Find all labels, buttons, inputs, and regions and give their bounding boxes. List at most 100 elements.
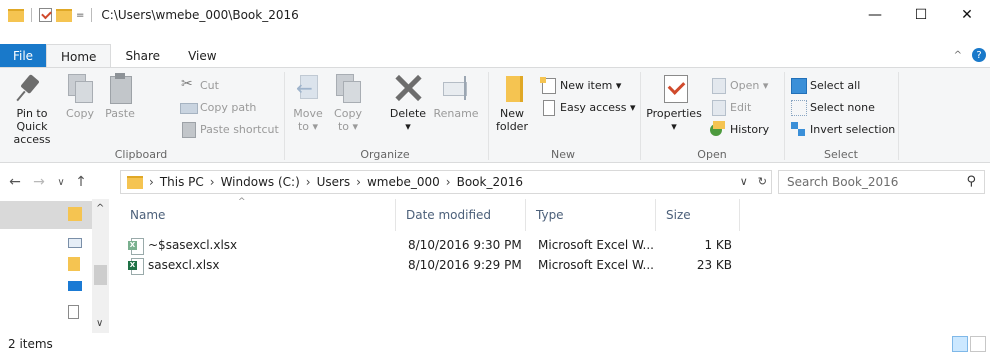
refresh-icon[interactable]: ↻ [758,175,767,188]
divider [784,72,785,160]
documents-icon [68,257,80,271]
history-button[interactable]: History [710,120,769,138]
address-bar[interactable]: › This PC › Windows (C:) › Users › wmebe… [120,170,772,194]
tab-share[interactable]: Share [111,44,174,68]
pin-to-quick-access-button[interactable]: Pin to Quick access [4,72,60,146]
table-row[interactable]: ~$sasexcl.xlsx 8/10/2016 9:30 PM Microso… [112,236,772,256]
navigation-pane: ^ ∨ [0,199,110,333]
file-size: 1 KB [704,238,732,252]
copy-path-button[interactable]: Copy path [180,98,256,116]
paste-shortcut-button[interactable]: Paste shortcut [180,120,279,138]
document-icon [68,305,79,319]
easy-access-button[interactable]: Easy access ▾ [540,98,636,116]
breadcrumb-wmebe-000[interactable]: wmebe_000 [367,175,440,189]
select-label: Select [824,148,858,161]
chevron-up-icon[interactable]: ^ [96,203,104,214]
move-to-icon [292,72,324,104]
ribbon-tabs: File Home Share View ^ ? [0,44,990,68]
file-date: 8/10/2016 9:29 PM [408,258,522,272]
forward-arrow-icon[interactable]: → [28,170,50,194]
sort-up-icon: ^ [238,197,246,207]
open-button[interactable]: Open ▾ [710,76,768,94]
chevron-down-icon[interactable]: ∨ [96,318,103,329]
breadcrumb-users[interactable]: Users [317,175,351,189]
divider [284,72,285,160]
file-date: 8/10/2016 9:30 PM [408,238,522,252]
contact-card-icon [68,238,82,248]
search-input[interactable]: Search Book_2016 ⚲ [778,170,985,194]
tab-home[interactable]: Home [46,44,112,68]
chevron-down-icon[interactable]: ∨ [740,175,748,188]
select-none-button[interactable]: Select none [790,98,875,116]
search-icon[interactable]: ⚲ [966,174,976,189]
column-header-type[interactable]: Type [528,199,656,231]
tab-file[interactable]: File [0,44,46,68]
clipboard-group: Pin to Quick access Copy Paste Cut Copy … [0,68,282,164]
column-header-size[interactable]: Size [658,199,740,231]
nav-item-file[interactable] [0,299,92,327]
up-arrow-icon[interactable]: ↑ [70,170,92,194]
edit-icon [710,99,726,116]
title-bar: = C:\Users\wmebe_000\Book_2016 — ☐ ✕ [0,0,990,30]
rename-button[interactable]: Rename [432,72,480,120]
scrollbar-thumb[interactable] [94,265,107,285]
new-group: New folder New item ▾ Easy access ▾ New [490,68,636,164]
nav-scrollbar[interactable]: ^ ∨ [92,199,109,333]
move-to-button[interactable]: Move to ▾ [290,72,326,133]
file-type: Microsoft Excel W... [538,238,654,252]
properties-qat-icon[interactable] [39,8,52,22]
rename-icon [440,72,472,104]
new-folder-qat-icon[interactable] [56,8,72,22]
column-header-name[interactable]: Name ^ [122,197,396,231]
select-group: Select all Select none Invert selection … [786,68,896,164]
new-item-button[interactable]: New item ▾ [540,76,621,94]
select-all-button[interactable]: Select all [790,76,860,94]
quick-access-toolbar: = [0,8,95,22]
folder-icon [8,8,24,22]
new-folder-button[interactable]: New folder [494,72,530,133]
properties-button[interactable]: Properties ▾ [644,72,704,133]
file-name: sasexcl.xlsx [148,258,220,272]
maximize-button[interactable]: ☐ [898,0,944,30]
copy-button[interactable]: Copy [62,72,98,120]
paste-icon [104,72,136,104]
breadcrumb-book-2016[interactable]: Book_2016 [457,175,523,189]
cut-button[interactable]: Cut [180,76,219,94]
new-item-icon [540,77,556,94]
clipboard-label: Clipboard [114,148,168,161]
breadcrumb-this-pc[interactable]: This PC [160,175,204,189]
details-view-icon[interactable] [952,336,968,352]
file-list: Name ^ Date modified Type Size ~$sasexcl… [112,197,990,333]
properties-icon [658,72,690,104]
back-arrow-icon[interactable]: ← [4,170,26,194]
divider [31,8,32,22]
invert-selection-button[interactable]: Invert selection [790,120,895,138]
folder-icon [68,207,82,221]
open-label: Open [697,148,727,161]
qat-dropdown-icon[interactable]: = [76,10,84,21]
select-none-icon [790,99,807,116]
copy-to-button[interactable]: Copy to ▾ [330,72,366,133]
nav-item-quick-access[interactable] [0,201,92,229]
edit-button[interactable]: Edit [710,98,751,116]
ribbon: Pin to Quick access Copy Paste Cut Copy … [0,67,990,163]
recent-locations-icon[interactable]: ∨ [50,170,72,194]
chevron-up-icon[interactable]: ^ [954,50,962,61]
tab-view[interactable]: View [174,44,230,68]
delete-button[interactable]: Delete ▾ [386,72,430,133]
close-button[interactable]: ✕ [944,0,990,30]
organize-group: Move to ▾ Copy to ▾ Delete ▾ Rename Orga… [286,68,484,164]
divider [488,72,489,160]
table-row[interactable]: sasexcl.xlsx 8/10/2016 9:29 PM Microsoft… [112,256,772,276]
minimize-button[interactable]: — [852,0,898,30]
desktop-icon [68,281,82,291]
column-header-date[interactable]: Date modified [398,199,526,231]
delete-icon [392,72,424,104]
nav-item-desktop[interactable] [0,273,92,301]
large-icons-view-icon[interactable] [970,336,986,352]
help-icon[interactable]: ? [972,48,986,62]
file-size: 23 KB [696,258,732,272]
paste-button[interactable]: Paste [100,72,140,120]
breadcrumb-windows-c[interactable]: Windows (C:) [221,175,300,189]
divider [898,72,899,160]
